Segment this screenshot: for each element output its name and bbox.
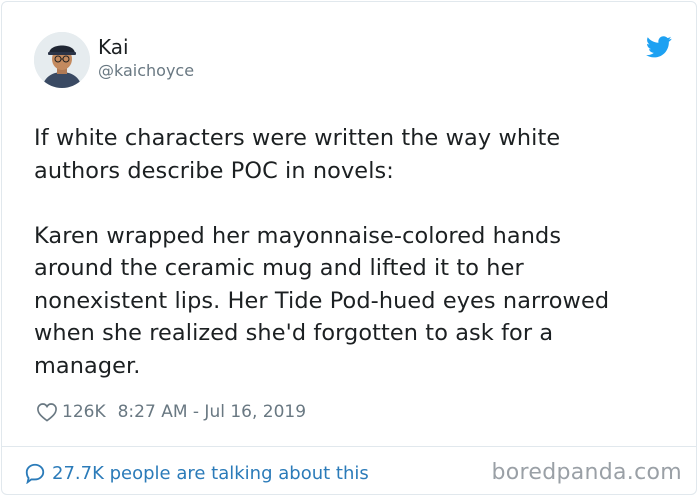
watermark: boredpanda.com xyxy=(491,460,682,485)
tweet-paragraph: If white characters were written the way… xyxy=(34,125,561,184)
tweet-card: Kai @kaichoyce If white characters were … xyxy=(1,1,697,495)
user-handle[interactable]: @kaichoyce xyxy=(98,61,194,81)
like-count[interactable]: 126K xyxy=(62,402,106,422)
avatar[interactable] xyxy=(34,32,90,88)
display-name[interactable]: Kai xyxy=(98,34,129,60)
timestamp-link[interactable]: 8:27 AM - Jul 16, 2019 xyxy=(118,402,306,422)
divider xyxy=(2,446,696,447)
twitter-bird-icon[interactable] xyxy=(646,36,672,58)
conversation-link[interactable]: 27.7K people are talking about this xyxy=(24,459,369,487)
tweet-header: Kai @kaichoyce xyxy=(34,32,674,92)
tweet-meta: 126K 8:27 AM - Jul 16, 2019 xyxy=(36,400,306,424)
avatar-image xyxy=(34,32,90,88)
heart-icon[interactable] xyxy=(36,402,58,422)
tweet-paragraph: Karen wrapped her mayonnaise-colored han… xyxy=(34,222,610,379)
tweet-text: If white characters were written the way… xyxy=(34,122,674,382)
conversation-text[interactable]: 27.7K people are talking about this xyxy=(52,463,369,484)
speech-bubble-icon xyxy=(25,463,45,484)
